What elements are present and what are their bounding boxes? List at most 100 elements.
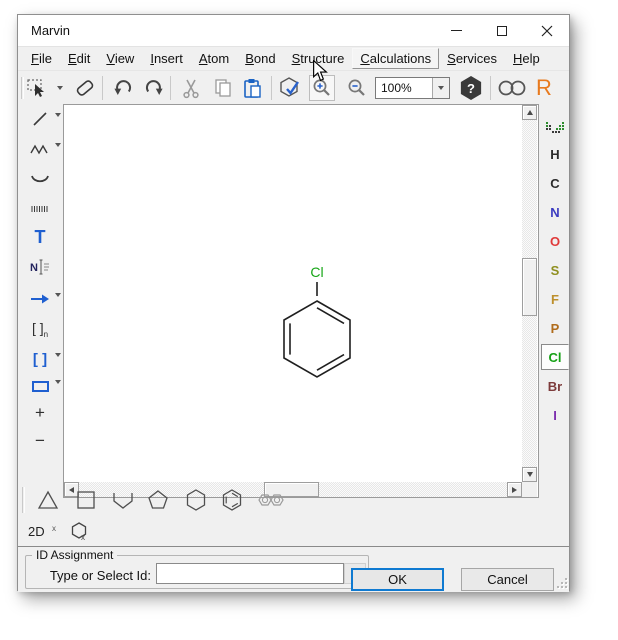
zoom-out-button[interactable] (344, 75, 370, 101)
template-cyclopentadiene[interactable] (109, 486, 137, 514)
atom-button-s[interactable]: S (541, 257, 569, 283)
toolbar-separator (490, 76, 491, 100)
resize-grip[interactable] (557, 578, 569, 590)
maximize-button[interactable] (479, 15, 524, 46)
atom-label-icon: N (30, 257, 50, 277)
vertical-scroll-thumb[interactable] (522, 258, 537, 316)
scroll-up-button[interactable] (522, 105, 537, 120)
close-button[interactable] (524, 15, 569, 46)
template-naphthalene[interactable] (254, 486, 290, 514)
atom-button-br[interactable]: Br (541, 373, 569, 399)
bracket-dropdown[interactable] (55, 357, 61, 375)
periodic-table-button[interactable] (541, 115, 569, 141)
menu-bond[interactable]: Bond (237, 48, 283, 69)
atom-button-f[interactable]: F (541, 286, 569, 312)
menu-view[interactable]: View (98, 48, 142, 69)
groupbox-title: ID Assignment (32, 548, 117, 562)
atom-button-h[interactable]: H (541, 141, 569, 167)
check-structure-icon (277, 75, 303, 101)
atom-button-c[interactable]: C (541, 170, 569, 196)
menu-insert[interactable]: Insert (142, 48, 191, 69)
drawing-canvas[interactable]: Cl (64, 105, 522, 482)
zoom-level-combobox[interactable]: 100% (375, 77, 450, 99)
chain-dropdown[interactable] (55, 147, 61, 165)
template-benzene[interactable] (218, 486, 246, 514)
undo-button[interactable] (110, 75, 136, 101)
chevron-down-icon (55, 143, 61, 164)
atom-button-i[interactable]: I (541, 402, 569, 428)
chevron-down-icon (55, 113, 61, 134)
chevron-down-icon (438, 86, 444, 90)
rectangle-dropdown[interactable] (55, 384, 61, 402)
copy-button[interactable] (210, 75, 236, 101)
scrollbar-corner (522, 482, 537, 497)
single-bond-icon (31, 110, 49, 128)
arrow-tool[interactable] (30, 289, 50, 309)
clean-structure-icon: x (70, 521, 88, 541)
template-cyclopropane[interactable] (34, 486, 62, 514)
text-tool[interactable]: T (30, 227, 50, 247)
chain-tool[interactable] (30, 139, 50, 159)
vertical-scrollbar[interactable] (522, 105, 537, 482)
cursor-arrow-icon (312, 60, 328, 82)
dimension-label[interactable]: 2D (28, 524, 45, 539)
plus-charge-tool[interactable]: + (30, 403, 50, 423)
atom-label-tool[interactable]: N (30, 257, 50, 277)
atom-symbol: Cl (549, 350, 562, 365)
clean-structure-button[interactable]: x (69, 521, 89, 541)
substituent-label: Cl (310, 264, 323, 280)
arrow-dropdown[interactable] (55, 297, 61, 315)
eraser-button[interactable] (72, 75, 98, 101)
zoom-out-icon (345, 76, 369, 100)
cyclohexane-ring-icon (183, 487, 209, 513)
menu-services[interactable]: Services (439, 48, 505, 69)
single-bond-tool[interactable] (30, 109, 50, 129)
menu-atom[interactable]: Atom (191, 48, 237, 69)
ok-button[interactable]: OK (351, 568, 444, 591)
template-cyclobutane[interactable] (72, 486, 100, 514)
plus-charge-icon: + (35, 403, 45, 423)
cut-button[interactable] (178, 75, 204, 101)
menu-file[interactable]: File (23, 48, 60, 69)
cancel-button[interactable]: Cancel (461, 568, 554, 591)
chevron-down-icon (57, 86, 63, 90)
multicenter-tool[interactable] (30, 199, 50, 219)
minimize-button[interactable] (434, 15, 479, 46)
scroll-down-button[interactable] (522, 467, 537, 482)
minus-charge-tool[interactable]: − (30, 431, 50, 451)
id-assignment-panel: ID Assignment Type or Select Id: OK Canc… (18, 546, 569, 592)
title-bar[interactable]: Marvin (18, 15, 569, 47)
ring-templates-button[interactable] (496, 75, 528, 101)
selection-tool-button[interactable] (24, 75, 50, 101)
maximize-icon (497, 26, 507, 36)
atom-button-p[interactable]: P (541, 315, 569, 341)
copy-icon (211, 76, 235, 100)
bracket-tool[interactable]: [ ] (30, 349, 50, 369)
dimension-superscript: x (52, 524, 56, 533)
text-tool-icon: T (35, 227, 46, 248)
rgroup-button[interactable]: R (530, 73, 558, 103)
zoom-level-value: 100% (376, 78, 432, 98)
rectangle-tool[interactable] (30, 376, 50, 396)
selection-tool-dropdown[interactable] (54, 75, 66, 101)
atom-button-o[interactable]: O (541, 228, 569, 254)
single-bond-dropdown[interactable] (55, 117, 61, 135)
cyclopropane-ring-icon (35, 487, 61, 513)
check-structure-button[interactable] (277, 75, 303, 101)
menu-calculations[interactable]: Calculations (352, 48, 439, 69)
menu-edit[interactable]: Edit (60, 48, 98, 69)
zoom-level-dropdown[interactable] (432, 78, 449, 98)
menu-help[interactable]: Help (505, 48, 548, 69)
arc-tool[interactable] (30, 169, 50, 189)
paste-button[interactable] (240, 75, 266, 101)
template-cyclohexane[interactable] (182, 486, 210, 514)
repeat-bracket-tool[interactable]: [ ]n (30, 319, 50, 339)
rgroup-label: R (536, 75, 552, 101)
atom-button-n[interactable]: N (541, 199, 569, 225)
template-toolbar-grip[interactable] (22, 487, 25, 513)
atom-button-cl[interactable]: Cl (541, 344, 569, 370)
redo-button[interactable] (141, 75, 167, 101)
template-cyclopentane[interactable] (144, 486, 172, 514)
id-input[interactable] (156, 563, 344, 584)
scroll-right-button[interactable] (507, 482, 522, 497)
